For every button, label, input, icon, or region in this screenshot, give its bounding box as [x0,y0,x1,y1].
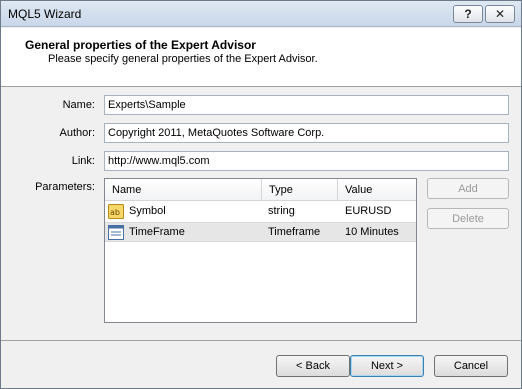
author-label: Author: [59,127,95,139]
string-param-icon: ab [108,204,124,219]
table-row[interactable]: TimeFrame Timeframe 10 Minutes [105,222,416,242]
column-header-type[interactable]: Type [262,179,338,201]
parameters-table[interactable]: Name Type Value ab Symbol string EURUSD … [104,178,417,323]
param-type: string [268,205,295,217]
table-row[interactable]: ab Symbol string EURUSD [105,202,416,222]
next-button[interactable]: Next > [350,355,424,377]
parameters-label: Parameters: [35,181,95,193]
header-subtitle: Please specify general properties of the… [48,53,318,65]
param-value[interactable]: 10 Minutes [345,226,399,238]
mql5-wizard-window: MQL5 Wizard ? ✕ General properties of th… [0,0,522,389]
param-name: TimeFrame [129,226,185,238]
back-button[interactable]: < Back [276,355,350,377]
help-icon: ? [464,7,472,21]
name-field[interactable]: Experts\Sample [104,95,509,115]
add-button[interactable]: Add [427,178,509,199]
param-name: Symbol [129,205,166,217]
header-title: General properties of the Expert Advisor [25,38,256,52]
author-field[interactable]: Copyright 2011, MetaQuotes Software Corp… [104,123,509,143]
window-title: MQL5 Wizard [8,7,82,21]
link-label: Link: [71,155,95,167]
table-header: Name Type Value [105,179,416,201]
name-label: Name: [62,99,95,111]
close-icon: ✕ [494,7,506,21]
close-button[interactable]: ✕ [485,5,515,23]
svg-text:ab: ab [110,208,120,217]
link-field[interactable]: http://www.mql5.com [104,151,509,171]
wizard-header: General properties of the Expert Advisor… [1,28,521,87]
title-bar: MQL5 Wizard ? ✕ [1,1,521,27]
column-header-value[interactable]: Value [338,179,416,201]
timeframe-param-icon [108,225,124,240]
cancel-button[interactable]: Cancel [434,355,508,377]
param-value[interactable]: EURUSD [345,205,391,217]
delete-button[interactable]: Delete [427,208,509,229]
param-type: Timeframe [268,226,321,238]
column-header-name[interactable]: Name [105,179,262,201]
help-button[interactable]: ? [453,5,483,23]
footer-divider [1,340,521,341]
